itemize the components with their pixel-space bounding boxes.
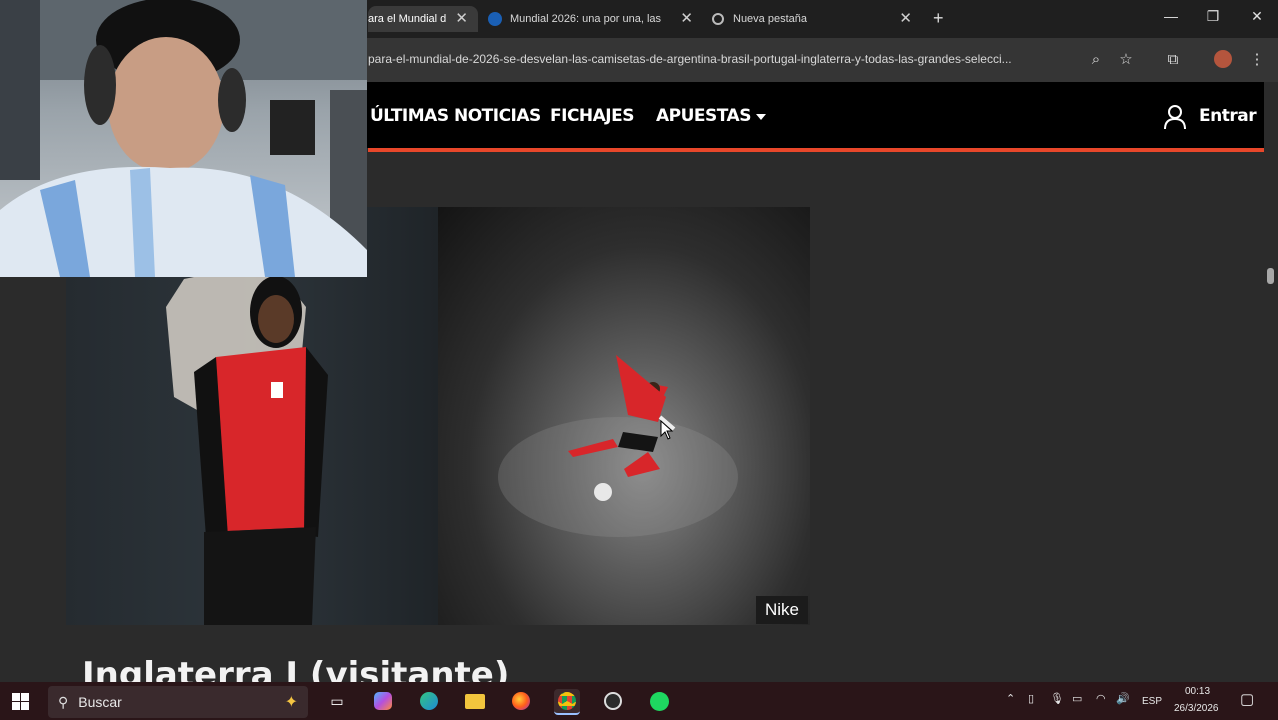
tab-close-icon[interactable]: ✕ [455, 10, 468, 28]
mouse-cursor-icon [660, 419, 674, 445]
extensions-icon[interactable]: ⧉ [1162, 48, 1184, 70]
profile-avatar[interactable] [1212, 48, 1234, 70]
notifications-icon[interactable]: ▢ [1240, 690, 1254, 708]
menu-kebab-icon[interactable]: ⋮ [1246, 48, 1268, 70]
language-indicator[interactable]: ESP [1142, 696, 1162, 707]
new-tab-button[interactable]: + [933, 8, 944, 29]
clock-date[interactable]: 26/3/2026 [1174, 703, 1219, 714]
search-icon: ⚲ [58, 693, 69, 710]
site-favicon-icon [488, 12, 502, 26]
copilot-icon[interactable] [370, 689, 396, 713]
tray-device-icon[interactable]: ▯ [1028, 692, 1034, 705]
nav-ultimas-noticias[interactable]: ÚLTIMAS NOTICIAS [370, 106, 541, 126]
zoom-icon[interactable]: ⌕ [1085, 48, 1107, 70]
tab-close-icon[interactable]: ✕ [899, 10, 912, 28]
task-view-icon[interactable]: ▭ [324, 689, 350, 713]
taskbar-search[interactable]: ⚲ Buscar ✦ [48, 686, 308, 718]
bookmark-star-icon[interactable]: ☆ [1115, 48, 1137, 70]
image-caption: Nike [756, 596, 808, 624]
volume-icon[interactable]: 🔊 [1116, 692, 1130, 705]
clock-time[interactable]: 00:13 [1185, 686, 1210, 697]
tab-title: Mundial 2026: una por una, las [510, 13, 662, 25]
nav-fichajes[interactable]: FICHAJES [550, 106, 634, 126]
file-explorer-icon[interactable] [462, 689, 488, 713]
firefox-icon[interactable] [508, 689, 534, 713]
address-bar[interactable]: para-el-mundial-de-2026-se-desvelan-las-… [368, 52, 1078, 66]
nav-apuestas[interactable]: APUESTAS [656, 106, 751, 126]
close-window-icon[interactable]: ✕ [1242, 8, 1272, 25]
obs-icon[interactable] [600, 689, 626, 713]
battery-icon[interactable]: ▭ [1072, 692, 1082, 705]
login-link[interactable]: Entrar [1199, 106, 1257, 126]
wifi-icon[interactable]: ◠ [1096, 692, 1106, 705]
chrome-favicon-icon [712, 13, 724, 25]
chrome-icon[interactable] [554, 689, 580, 715]
tab-active[interactable]: ara el Mundial d ✕ [368, 6, 478, 32]
scrollbar-thumb[interactable] [1267, 268, 1274, 284]
tab-nueva-pestana[interactable]: Nueva pestaña ✕ [712, 6, 912, 32]
minimize-icon[interactable]: — [1156, 8, 1186, 24]
tray-overflow-icon[interactable]: ⌃ [1006, 692, 1015, 705]
spotify-icon[interactable] [646, 689, 672, 713]
sparkle-icon: ✦ [284, 694, 298, 711]
tab-close-icon[interactable]: ✕ [680, 10, 693, 28]
user-icon[interactable] [1163, 104, 1187, 130]
edge-icon[interactable] [416, 689, 442, 713]
windows-start-icon[interactable] [12, 693, 29, 710]
microphone-icon[interactable]: 🎙 [1050, 692, 1064, 705]
webcam-overlay [0, 0, 367, 277]
tab-title: Nueva pestaña [733, 13, 807, 25]
article-heading: Inglaterra I (visitante) [82, 655, 510, 682]
tab-title: ara el Mundial d [368, 13, 447, 25]
search-label: Buscar [78, 694, 122, 710]
restore-icon[interactable]: ❐ [1198, 8, 1228, 25]
kit-photo-action [438, 207, 810, 625]
page-scrollbar[interactable] [1264, 82, 1278, 682]
tab-mundial[interactable]: Mundial 2026: una por una, las ✕ [488, 6, 693, 32]
chevron-down-icon[interactable] [756, 114, 766, 120]
